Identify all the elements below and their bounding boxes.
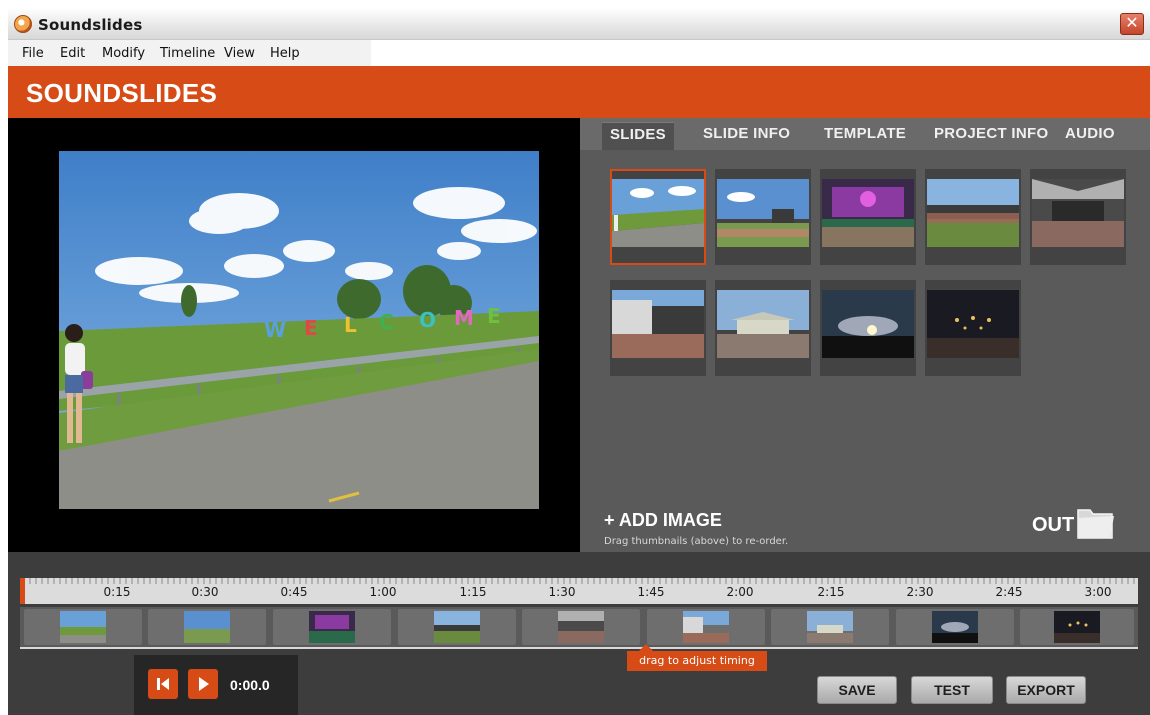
transport-controls: 0:00.0 xyxy=(134,655,298,715)
timeline-area: 0:15 0:30 0:45 1:00 1:15 1:30 1:45 2:00 … xyxy=(8,552,1150,715)
slide-image xyxy=(612,179,704,247)
panel-tabs: SLIDES SLIDE INFO TEMPLATE PROJECT INFO … xyxy=(580,118,1150,150)
tick-label: 2:00 xyxy=(726,585,754,599)
tab-project-info[interactable]: PROJECT INFO xyxy=(934,125,1048,142)
clip-thumbnail xyxy=(683,611,729,643)
menu-file[interactable]: File xyxy=(22,46,44,61)
slide-image xyxy=(717,290,809,358)
clip-thumbnail xyxy=(807,611,853,643)
preview-stage: W E L C O M E xyxy=(8,118,580,552)
add-image-button[interactable]: + ADD IMAGE xyxy=(604,510,722,531)
svg-text:M: M xyxy=(454,306,474,330)
window-titlebar: Soundslides ✕ xyxy=(8,8,1150,40)
clip-thumbnail xyxy=(1054,611,1100,643)
menu-help[interactable]: Help xyxy=(270,46,300,61)
timeline-clip[interactable] xyxy=(273,609,391,645)
slide-thumbnail[interactable] xyxy=(1030,169,1126,265)
clip-thumbnail xyxy=(558,611,604,643)
drag-timing-tooltip: drag to adjust timing xyxy=(627,644,767,671)
timeline-clip[interactable] xyxy=(647,609,765,645)
save-button[interactable]: SAVE xyxy=(817,676,897,704)
tick-label: 0:15 xyxy=(103,585,131,599)
slide-preview-image: W E L C O M E xyxy=(59,151,539,509)
svg-text:E: E xyxy=(304,316,318,340)
slide-image xyxy=(822,179,914,247)
playhead-marker[interactable] xyxy=(20,578,25,604)
clip-thumbnail xyxy=(309,611,355,643)
tick-label: 3:00 xyxy=(1084,585,1112,599)
menu-modify[interactable]: Modify xyxy=(102,46,145,61)
slide-image xyxy=(1032,179,1124,247)
clip-thumbnail xyxy=(184,611,230,643)
tick-label: 2:45 xyxy=(995,585,1023,599)
tick-label: 1:15 xyxy=(459,585,487,599)
slide-thumbnail[interactable] xyxy=(820,169,916,265)
tick-label: 2:30 xyxy=(906,585,934,599)
svg-text:O: O xyxy=(419,308,436,332)
slide-thumbnail[interactable] xyxy=(610,280,706,376)
tick-label: 2:15 xyxy=(817,585,845,599)
timeline-clip[interactable] xyxy=(148,609,266,645)
tick-label: 0:30 xyxy=(191,585,219,599)
clip-thumbnail xyxy=(60,611,106,643)
slide-image xyxy=(612,290,704,358)
app-icon xyxy=(14,15,32,33)
svg-text:C: C xyxy=(379,310,394,334)
slide-image xyxy=(927,179,1019,247)
slide-thumbnail[interactable] xyxy=(610,169,706,265)
svg-text:L: L xyxy=(344,313,357,337)
out-label: OUT xyxy=(1032,514,1075,536)
menu-timeline[interactable]: Timeline xyxy=(160,46,215,61)
tab-template[interactable]: TEMPLATE xyxy=(824,125,906,142)
tick-label: 1:00 xyxy=(369,585,397,599)
timeline-clip[interactable] xyxy=(24,609,142,645)
tab-slides[interactable]: SLIDES xyxy=(602,122,674,150)
menu-edit[interactable]: Edit xyxy=(60,46,85,61)
tick-label: 0:45 xyxy=(280,585,308,599)
export-button[interactable]: EXPORT xyxy=(1006,676,1086,704)
tab-audio[interactable]: AUDIO xyxy=(1065,125,1115,142)
slide-thumbnail[interactable] xyxy=(925,280,1021,376)
menu-bar-filler xyxy=(371,40,1150,66)
slide-image xyxy=(717,179,809,247)
slide-image xyxy=(822,290,914,358)
timeline-ruler[interactable] xyxy=(20,578,1138,604)
svg-text:W: W xyxy=(264,318,286,342)
menu-view[interactable]: View xyxy=(224,46,255,61)
slide-thumbnail[interactable] xyxy=(715,280,811,376)
test-button[interactable]: TEST xyxy=(911,676,993,704)
brand-title: SOUNDSLIDES xyxy=(26,78,218,108)
skip-back-icon[interactable] xyxy=(148,669,178,699)
clip-thumbnail xyxy=(932,611,978,643)
timeline-clip[interactable] xyxy=(522,609,640,645)
clip-thumbnail xyxy=(434,611,480,643)
close-icon[interactable]: ✕ xyxy=(1120,13,1144,35)
slide-thumbnail[interactable] xyxy=(925,169,1021,265)
slide-image xyxy=(927,290,1019,358)
timeline-clip[interactable] xyxy=(771,609,889,645)
folder-icon[interactable] xyxy=(1074,502,1116,542)
window-title: Soundslides xyxy=(38,16,143,34)
slides-panel: SLIDES SLIDE INFO TEMPLATE PROJECT INFO … xyxy=(580,118,1150,552)
timeline-clip[interactable] xyxy=(398,609,516,645)
svg-text:E: E xyxy=(487,304,501,328)
time-readout: 0:00.0 xyxy=(230,677,270,693)
slide-track xyxy=(20,607,1138,649)
brand-header: SOUNDSLIDES xyxy=(8,66,1150,118)
tick-label: 1:30 xyxy=(548,585,576,599)
menu-bar: File Edit Modify Timeline View Help xyxy=(8,40,371,66)
tick-label: 1:45 xyxy=(637,585,665,599)
slide-thumbnail[interactable] xyxy=(715,169,811,265)
reorder-hint: Drag thumbnails (above) to re-order. xyxy=(604,536,789,547)
play-icon[interactable] xyxy=(188,669,218,699)
tab-slide-info[interactable]: SLIDE INFO xyxy=(703,125,790,142)
timeline-clip[interactable] xyxy=(1020,609,1134,645)
slide-thumbnail[interactable] xyxy=(820,280,916,376)
timeline-clip[interactable] xyxy=(896,609,1014,645)
